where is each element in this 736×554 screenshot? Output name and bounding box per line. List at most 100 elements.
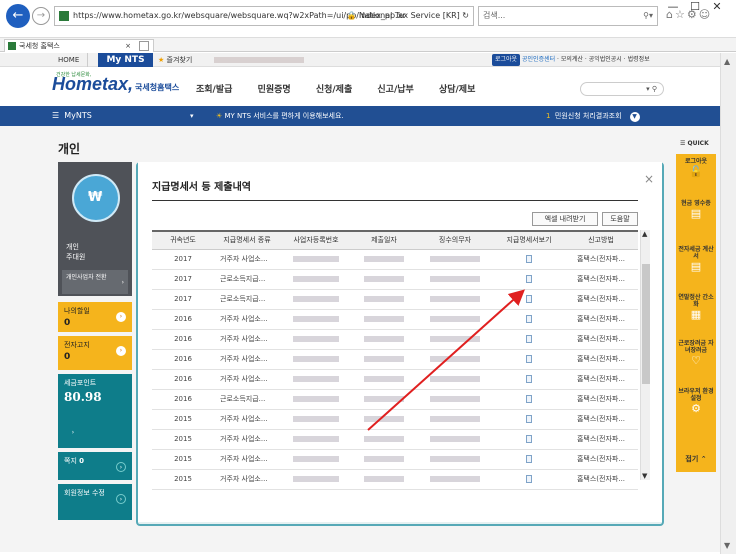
document-icon[interactable] xyxy=(526,435,532,443)
row-view[interactable] xyxy=(494,309,564,330)
excel-download-button[interactable]: 엑셀 내려받기 xyxy=(532,212,598,226)
nav-item-consult[interactable]: 상담/제보 xyxy=(439,82,475,95)
tax-points-card[interactable]: 세금포인트 80.98 › xyxy=(58,374,132,448)
chevron-right-icon: › xyxy=(116,462,126,472)
close-window-icon[interactable]: ✕ xyxy=(706,0,728,13)
tab-close-icon[interactable]: × xyxy=(125,40,131,52)
row-date-masked xyxy=(352,369,416,390)
row-view[interactable] xyxy=(494,289,564,310)
row-view[interactable] xyxy=(494,249,564,270)
quick-year-end[interactable]: 연말정산 간소화 ▦ xyxy=(676,294,716,322)
new-tab-icon[interactable] xyxy=(139,41,149,51)
scroll-up-icon[interactable]: ▲ xyxy=(642,230,647,238)
scroll-down-icon[interactable]: ▼ xyxy=(642,472,647,480)
row-view[interactable] xyxy=(494,329,564,350)
nav-item-lookup[interactable]: 조회/발급 xyxy=(196,82,232,95)
document-icon[interactable] xyxy=(526,455,532,463)
row-view[interactable] xyxy=(494,469,564,490)
nav-item-report[interactable]: 신고/납부 xyxy=(377,82,413,95)
scroll-down-icon[interactable]: ▼ xyxy=(724,541,730,550)
maximize-icon[interactable]: ☐ xyxy=(684,0,706,13)
site-identity[interactable]: 🔒 National Tax Service [KR] ↻ xyxy=(346,7,469,25)
row-view[interactable] xyxy=(494,369,564,390)
mock-calc-link[interactable]: 모의계산 xyxy=(561,56,583,63)
mynts-tab[interactable]: My NTS xyxy=(98,53,153,67)
back-button[interactable]: ← xyxy=(6,4,30,28)
quick-e-invoice[interactable]: 전자세금 계산서 ▤ xyxy=(676,246,716,274)
document-icon[interactable] xyxy=(526,415,532,423)
row-view[interactable] xyxy=(494,429,564,450)
row-view[interactable] xyxy=(494,449,564,470)
unlock-icon: 🔓 xyxy=(689,165,703,178)
row-view[interactable] xyxy=(494,269,564,290)
search-icon[interactable]: ⚲ xyxy=(652,85,657,93)
quick-cash-receipt[interactable]: 현금 영수증 ▤ xyxy=(676,200,716,221)
table-row: 2015 거주자 사업소... 홈택스(전자파... xyxy=(152,469,638,490)
e-notice-card[interactable]: 전자고지 0 › xyxy=(58,336,132,370)
tax-points-value: 80.98 xyxy=(64,390,102,404)
nav-item-apply[interactable]: 신청/제출 xyxy=(316,82,352,95)
window-controls: — ☐ ✕ xyxy=(662,0,728,13)
browser-tab[interactable]: 국세청 홈택스 × xyxy=(4,39,154,52)
forward-button[interactable]: → xyxy=(32,7,50,25)
browser-search-input[interactable]: 검색... ⚲▾ xyxy=(478,6,658,26)
table-row: 2015 거주자 사업소... 홈택스(전자파... xyxy=(152,429,638,450)
document-icon[interactable] xyxy=(526,395,532,403)
hamburger-icon: ☰ xyxy=(52,111,60,120)
notes-card[interactable]: 쪽지 0 › xyxy=(58,452,132,480)
todo-card[interactable]: 나의할일 0 › xyxy=(58,302,132,332)
page-scrollbar[interactable]: ▲ ▼ xyxy=(720,53,736,554)
row-withholder-masked xyxy=(416,389,494,410)
quick-close-button[interactable]: 접기 ⌃ xyxy=(676,454,716,464)
row-withholder-masked xyxy=(416,269,494,290)
document-icon[interactable] xyxy=(526,255,532,263)
tab-favicon-icon xyxy=(8,42,16,50)
row-date-masked xyxy=(352,309,416,330)
mynts-menu-button[interactable]: ☰ MyNTS xyxy=(52,106,92,126)
nav-item-certificate[interactable]: 민원증명 xyxy=(258,82,291,95)
chevron-down-icon[interactable]: ▼ xyxy=(629,112,640,122)
row-biz-number-masked xyxy=(280,449,352,470)
minimize-icon[interactable]: — xyxy=(662,0,684,13)
hometax-logo[interactable]: 건강한 납세문화, Hometax, 국세청홈택스 xyxy=(52,72,179,95)
logout-button[interactable]: 로그아웃 xyxy=(492,54,521,66)
document-icon[interactable] xyxy=(526,355,532,363)
scroll-up-icon[interactable]: ▲ xyxy=(724,57,730,66)
member-edit-card[interactable]: 회원정보 수정 › xyxy=(58,484,132,520)
document-icon[interactable] xyxy=(526,335,532,343)
quick-browser-settings[interactable]: 브라우저 환경설정 ⚙ xyxy=(676,388,716,416)
row-kind: 거주자 사업소... xyxy=(214,249,280,270)
row-view[interactable] xyxy=(494,389,564,410)
result-lookup[interactable]: 1 민원신청 처리결과조회 ▼ xyxy=(546,106,640,126)
close-icon[interactable]: × xyxy=(644,172,654,186)
table-row: 2016 거주자 사업소... 홈택스(전자파... xyxy=(152,329,638,350)
quick-logout[interactable]: 로그아웃 🔓 xyxy=(676,158,716,179)
notice-link[interactable]: 공익법인공시 xyxy=(589,56,622,63)
home-link[interactable]: HOME xyxy=(50,53,89,67)
document-icon[interactable] xyxy=(526,375,532,383)
document-icon[interactable] xyxy=(526,275,532,283)
row-year: 2017 xyxy=(152,249,214,270)
scroll-thumb[interactable] xyxy=(642,264,650,384)
row-view[interactable] xyxy=(494,409,564,430)
browser-tabbar: 국세청 홈택스 × xyxy=(0,38,736,52)
biz-switch-button[interactable]: 개인사업자 전환 › xyxy=(62,270,128,294)
quick-incentive[interactable]: 근로장려금 자녀장려금 ♡ xyxy=(676,340,716,368)
address-bar[interactable]: https://www.hometax.go.kr/websquare/webs… xyxy=(54,6,474,26)
document-icon[interactable] xyxy=(526,315,532,323)
help-button[interactable]: 도움말 xyxy=(602,212,638,226)
favorites-link[interactable]: ★ 즐겨찾기 xyxy=(158,53,192,67)
table-row: 2016 근로소득지급... 홈택스(전자파... xyxy=(152,389,638,410)
document-icon[interactable] xyxy=(526,295,532,303)
profile-card: ₩ 개인 주대원 개인사업자 전환 › xyxy=(58,162,132,296)
table-scrollbar[interactable]: ▲ ▼ xyxy=(640,230,650,480)
document-icon[interactable] xyxy=(526,475,532,483)
site-search-select[interactable]: ▾ ⚲ xyxy=(580,82,664,96)
cert-center-link[interactable]: 공인인증센터 xyxy=(522,56,555,63)
dropdown-arrow-icon[interactable]: ▾ xyxy=(190,106,194,126)
legal-info-link[interactable]: 법령정보 xyxy=(628,56,650,63)
row-biz-number-masked xyxy=(280,369,352,390)
row-date-masked xyxy=(352,449,416,470)
search-icon[interactable]: ⚲▾ xyxy=(643,7,653,25)
row-view[interactable] xyxy=(494,349,564,370)
